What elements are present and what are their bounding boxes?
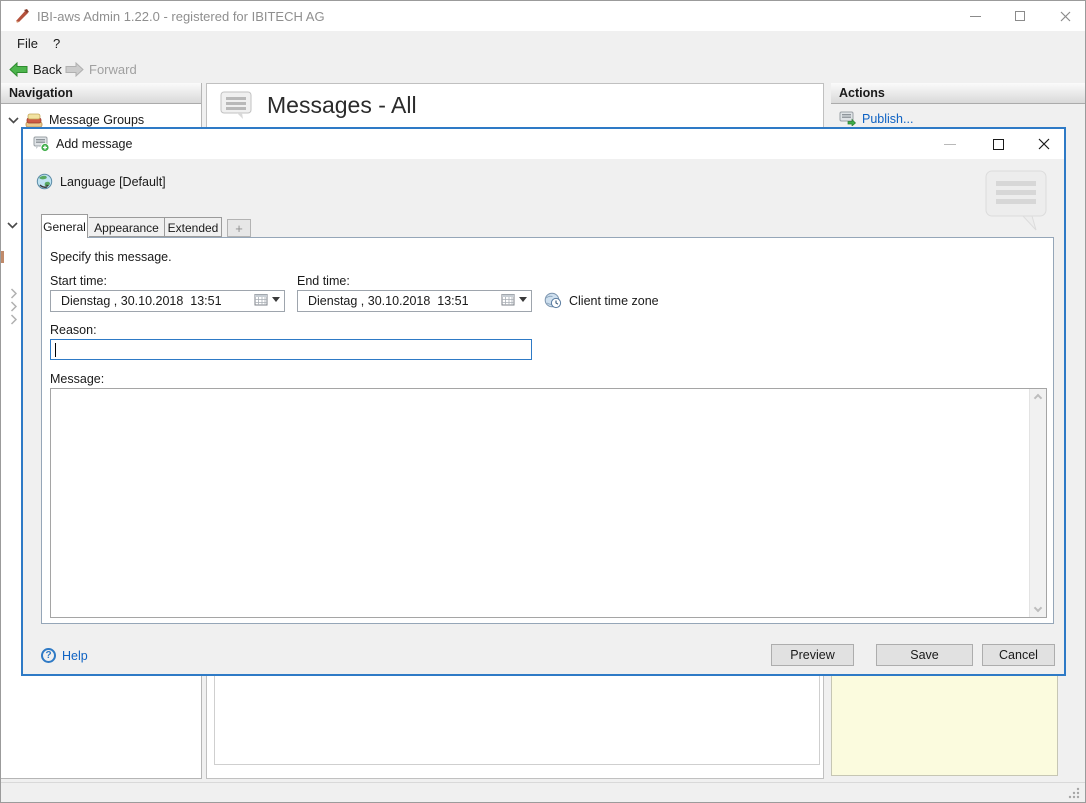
- messages-icon: [220, 91, 252, 119]
- save-button[interactable]: Save: [876, 644, 973, 666]
- dialog-maximize-button[interactable]: [981, 129, 1015, 159]
- tree-icon-fragment: [1, 251, 4, 263]
- window-close-button[interactable]: [1045, 1, 1085, 31]
- message-scrollbar[interactable]: [1029, 389, 1046, 617]
- app-icon: [16, 9, 29, 23]
- tab-general[interactable]: General: [41, 214, 88, 238]
- dialog-title: Add message: [56, 137, 133, 151]
- publish-action[interactable]: Publish...: [839, 111, 913, 126]
- message-groups-label: Message Groups: [49, 113, 145, 127]
- cancel-button[interactable]: Cancel: [982, 644, 1055, 666]
- add-message-icon: [33, 136, 50, 152]
- client-time-zone-indicator: Client time zone: [544, 292, 659, 309]
- help-glyph: ?: [45, 650, 52, 661]
- reason-input[interactable]: [50, 339, 532, 360]
- close-icon: [1038, 138, 1050, 150]
- resize-grip[interactable]: [1067, 786, 1081, 800]
- dropdown-caret-icon: [272, 297, 280, 302]
- menu-help[interactable]: ?: [53, 36, 60, 51]
- publish-link[interactable]: Publish...: [862, 112, 913, 126]
- help-action[interactable]: ? Help: [41, 648, 88, 663]
- instruction-text: Specify this message.: [50, 250, 172, 264]
- tab-extended[interactable]: Extended: [165, 217, 222, 237]
- page-title: Messages - All: [267, 91, 417, 118]
- chevron-right-icon[interactable]: [10, 314, 17, 325]
- main-header: Messages - All: [219, 90, 417, 120]
- back-arrow-icon: [9, 61, 28, 77]
- end-time-label: End time:: [297, 274, 350, 288]
- minimize-icon: [944, 143, 956, 145]
- help-icon: ?: [41, 648, 56, 663]
- maximize-icon: [992, 138, 1004, 150]
- dialog-minimize-button[interactable]: [933, 129, 967, 159]
- app-window: IBI-aws Admin 1.22.0 - registered for IB…: [0, 0, 1086, 803]
- start-time-label: Start time:: [50, 274, 107, 288]
- add-message-dialog: Add message Language [Default] General A…: [21, 127, 1066, 676]
- client-time-zone-icon: [544, 292, 562, 309]
- client-time-zone-label: Client time zone: [569, 293, 659, 308]
- toolbar: Back Forward: [1, 57, 1085, 82]
- forward-label: Forward: [89, 61, 137, 77]
- end-time-picker[interactable]: Dienstag , 30.10.2018 13:51: [297, 290, 532, 312]
- navigation-header: Navigation: [1, 83, 201, 104]
- preview-button[interactable]: Preview: [771, 644, 854, 666]
- text-caret: [55, 343, 56, 357]
- window-maximize-button[interactable]: [1000, 1, 1040, 31]
- scroll-down-icon[interactable]: [1033, 603, 1043, 613]
- chevron-right-icon[interactable]: [10, 288, 17, 299]
- calendar-icon: [254, 294, 268, 306]
- back-button[interactable]: Back: [9, 59, 62, 79]
- message-textarea[interactable]: [50, 388, 1047, 618]
- start-time-value: Dienstag , 30.10.2018 13:51: [61, 294, 222, 308]
- forward-arrow-icon: [65, 61, 84, 77]
- back-label: Back: [33, 61, 62, 77]
- language-globe-icon: [36, 173, 53, 190]
- dropdown-caret-icon: [519, 297, 527, 302]
- window-minimize-button[interactable]: [955, 1, 995, 31]
- publish-icon: [839, 111, 856, 126]
- close-icon: [1060, 11, 1070, 21]
- reason-label: Reason:: [50, 323, 97, 337]
- start-time-dropdown-button[interactable]: [254, 293, 280, 306]
- language-label: Language [Default]: [60, 174, 166, 189]
- message-label: Message:: [50, 372, 105, 386]
- tab-appearance[interactable]: Appearance: [89, 217, 165, 237]
- forward-button[interactable]: Forward: [65, 59, 137, 79]
- actions-header: Actions: [831, 83, 1085, 104]
- chevron-down-icon[interactable]: [7, 221, 18, 229]
- minimize-icon: [969, 15, 981, 17]
- message-watermark-icon: [985, 170, 1047, 231]
- add-tab-button[interactable]: +: [227, 219, 251, 237]
- end-time-value: Dienstag , 30.10.2018 13:51: [308, 294, 469, 308]
- chevron-down-icon[interactable]: [8, 116, 19, 124]
- window-title: IBI-aws Admin 1.22.0 - registered for IB…: [37, 9, 325, 24]
- menu-file[interactable]: File: [17, 36, 38, 51]
- chevron-right-icon[interactable]: [10, 301, 17, 312]
- end-time-dropdown-button[interactable]: [501, 293, 527, 306]
- message-groups-icon: [25, 113, 43, 127]
- start-time-picker[interactable]: Dienstag , 30.10.2018 13:51: [50, 290, 285, 312]
- menubar: File ?: [1, 31, 1085, 57]
- statusbar: [1, 782, 1085, 802]
- dialog-titlebar: Add message: [23, 129, 1064, 159]
- maximize-icon: [1015, 11, 1025, 21]
- scroll-up-icon[interactable]: [1033, 393, 1043, 403]
- help-link[interactable]: Help: [62, 649, 88, 663]
- window-titlebar: IBI-aws Admin 1.22.0 - registered for IB…: [1, 1, 1085, 31]
- calendar-icon: [501, 294, 515, 306]
- general-tab-page: Specify this message. Start time: End ti…: [41, 237, 1054, 624]
- dialog-close-button[interactable]: [1027, 129, 1061, 159]
- language-row: Language [Default]: [36, 173, 166, 190]
